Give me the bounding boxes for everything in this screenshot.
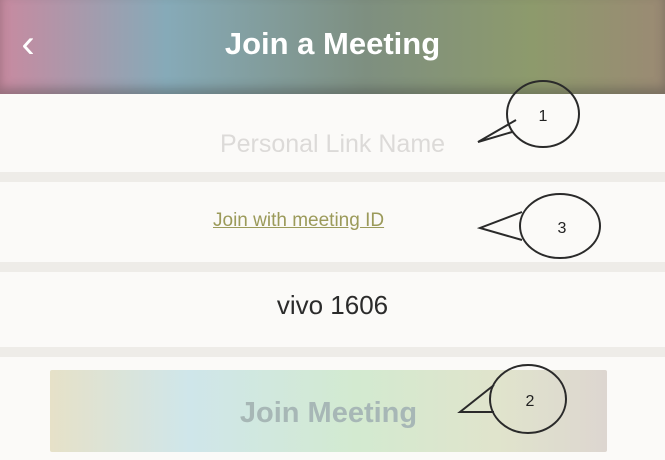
- callout-2-label: 2: [526, 393, 535, 410]
- callout-2: 2: [457, 364, 567, 434]
- callout-1-label: 1: [539, 108, 548, 125]
- callout-3-label: 3: [558, 220, 567, 237]
- callout-1: 1: [477, 80, 580, 148]
- callout-3: 3: [476, 193, 601, 259]
